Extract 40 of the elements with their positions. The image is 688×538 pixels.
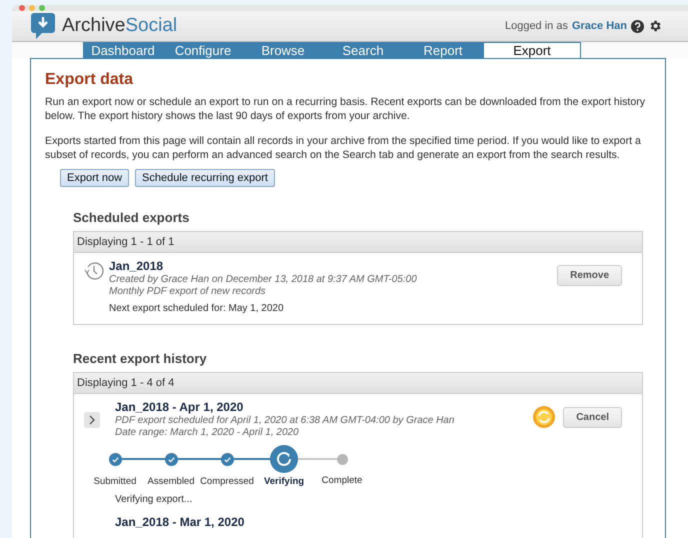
nav-tab[interactable]: Configure — [163, 42, 243, 58]
user-link[interactable]: Grace Han — [572, 20, 627, 32]
nav-tab[interactable]: Report — [403, 42, 483, 58]
section-title: Scheduled exports — [73, 210, 190, 225]
history-icon — [84, 261, 104, 281]
step-label: Compressed — [200, 476, 254, 487]
export-detail: Created by Grace Han on December 13, 2018 at 9:37 AM GMT-05:00 — [109, 274, 418, 285]
next-export-text: Next export scheduled for: May 1, 2020 — [109, 303, 285, 314]
cancel-button[interactable]: Cancel — [563, 406, 622, 428]
remove-button[interactable]: Remove — [557, 265, 622, 286]
export-name: Jan_2018 - Mar 1, 2020 — [115, 515, 246, 529]
page-title: Export data — [45, 71, 134, 89]
nav-tab[interactable]: Search — [323, 42, 403, 58]
export-button[interactable]: Export now — [60, 169, 130, 187]
step-label: Verifying — [264, 476, 304, 487]
logo-icon — [30, 11, 56, 41]
settings-icon[interactable] — [648, 19, 662, 33]
login-label: Logged in as — [504, 20, 568, 32]
export-detail: PDF export scheduled for April 1, 2020 at 6:38 AM GMT-04:00 by Grace Han — [115, 415, 456, 426]
help-icon[interactable] — [631, 20, 644, 32]
export-name: Jan_2018 - Apr 1, 2020 — [115, 400, 244, 414]
date-range: Date range: March 1, 2020 - April 1, 2020 — [115, 427, 300, 438]
section-title: Recent export history — [73, 351, 208, 366]
nav-tab[interactable]: Browse — [243, 42, 323, 58]
app-logo: ArchiveSocial — [62, 15, 178, 37]
expand-button[interactable] — [84, 412, 100, 428]
export-button[interactable]: Schedule recurring export — [135, 169, 275, 187]
intro-paragraph: Run an export now or schedule an export to run on a recurring basis. Recent exports can be downloaded from the export history below. The export history shows the last 90 days of exports from your archive. — [45, 95, 646, 123]
intro-paragraph: Exports started from this page will contain all records in your archive from the specified time period. If you would like to export a subset of records, you can perform an advanced search on the Search tab and generate an export from the search results. — [45, 134, 642, 162]
step-label: Submitted — [94, 476, 136, 487]
table-header: Displaying 1 - 4 of 4 — [74, 373, 642, 394]
status-text: Verifying export... — [115, 494, 194, 505]
nav-tab[interactable]: Export — [483, 42, 581, 58]
step-label: Complete — [322, 475, 362, 486]
chevron-icon — [88, 415, 96, 425]
step-label: Assembled — [148, 476, 194, 487]
nav-tab[interactable]: Dashboard — [83, 42, 163, 58]
export-name: Jan_2018 — [109, 259, 164, 273]
table-header: Displaying 1 - 1 of 1 — [74, 232, 642, 253]
export-description: Monthly PDF export of new records — [109, 286, 267, 297]
